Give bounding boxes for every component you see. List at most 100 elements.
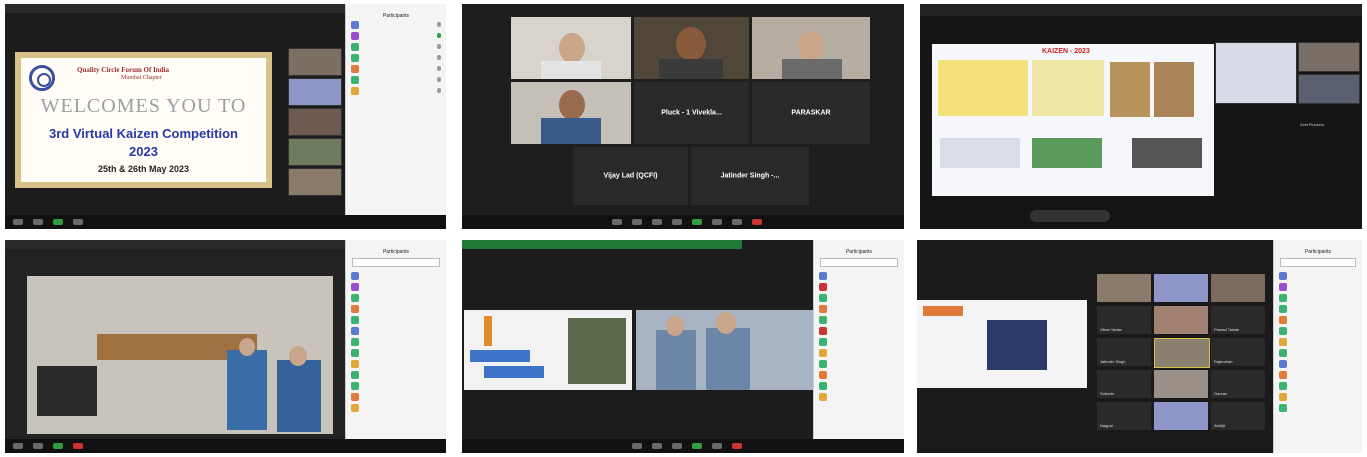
participant-row[interactable] [346,347,446,358]
video-thumbnail[interactable] [288,78,342,106]
participant-row[interactable] [346,63,446,74]
participant-row[interactable] [1274,281,1362,292]
video-tile[interactable] [634,17,749,79]
video-tile[interactable]: Nagpal [1097,402,1151,430]
video-tile[interactable] [752,17,870,79]
video-thumbnail[interactable] [1215,42,1297,104]
participant-row[interactable] [814,314,904,325]
video-tile[interactable]: Vikas Yadav [1097,306,1151,334]
video-tile[interactable] [511,82,631,144]
video-tile[interactable]: Rajendran [1211,338,1265,366]
participant-row[interactable] [346,303,446,314]
participant-row[interactable] [1274,380,1362,391]
video-tile[interactable]: Vijay Lad (QCFI) [573,147,688,205]
video-thumbnail[interactable] [288,108,342,136]
participant-row[interactable] [346,336,446,347]
participant-row[interactable] [346,270,446,281]
share-icon[interactable] [53,219,63,225]
participant-row[interactable] [814,369,904,380]
video-thumbnail[interactable] [288,168,342,196]
share-icon[interactable] [53,443,63,449]
video-thumbnail[interactable] [288,138,342,166]
participant-row[interactable] [814,336,904,347]
participant-row[interactable] [814,270,904,281]
participants-icon[interactable] [672,443,682,449]
video-tile[interactable] [1097,274,1151,302]
participant-row[interactable] [1274,402,1362,413]
video-icon[interactable] [632,219,642,225]
video-icon[interactable] [33,443,43,449]
participant-row[interactable] [346,391,446,402]
reactions-icon[interactable] [732,219,742,225]
participant-row[interactable] [346,281,446,292]
share-icon[interactable] [692,219,702,225]
record-icon[interactable] [712,443,722,449]
participant-row[interactable] [1274,347,1362,358]
search-input[interactable] [352,258,440,267]
search-input[interactable] [1280,258,1356,267]
participant-row[interactable] [814,380,904,391]
participant-row[interactable] [1274,270,1362,281]
video-tile[interactable]: Prasad Tawde [1211,306,1265,334]
video-tile[interactable] [636,310,814,390]
video-tile[interactable] [1154,306,1208,334]
security-icon[interactable] [652,219,662,225]
share-icon[interactable] [692,443,702,449]
video-tile[interactable] [1211,274,1265,302]
video-tile[interactable] [511,17,631,79]
participant-row[interactable] [1274,314,1362,325]
mute-icon[interactable] [632,443,642,449]
video-thumbnail[interactable] [1298,42,1360,72]
video-icon[interactable] [33,219,43,225]
participant-row[interactable] [346,74,446,85]
video-tile[interactable] [1154,402,1208,430]
participant-row[interactable] [346,41,446,52]
participant-row[interactable] [346,292,446,303]
video-thumbnail[interactable] [1298,74,1360,104]
participant-row[interactable] [346,52,446,63]
video-tile[interactable] [1154,274,1208,302]
video-tile[interactable]: Pluck - 1 Vivekla... [634,82,749,144]
participant-row[interactable] [1274,369,1362,380]
participant-row[interactable] [814,358,904,369]
participant-row[interactable] [814,325,904,336]
video-tile[interactable]: Jatinder Singh [1097,338,1151,366]
participant-row[interactable] [346,85,446,96]
participant-row[interactable] [346,325,446,336]
video-thumbnail[interactable] [288,48,342,76]
end-button[interactable] [73,443,83,449]
participants-icon[interactable] [73,219,83,225]
participant-row[interactable] [814,391,904,402]
video-tile[interactable]: Jatinder Singh -... [691,147,809,205]
participant-row[interactable] [346,30,446,41]
video-tile[interactable]: Abhijit [1211,402,1265,430]
video-tile[interactable]: Gaurav [1211,370,1265,398]
video-tile[interactable]: Subodh [1097,370,1151,398]
search-input[interactable] [820,258,898,267]
video-tile[interactable] [1154,338,1210,368]
participant-row[interactable] [346,402,446,413]
video-icon[interactable] [652,443,662,449]
mute-icon[interactable] [612,219,622,225]
participant-row[interactable] [1274,336,1362,347]
participant-row[interactable] [814,292,904,303]
participant-row[interactable] [346,358,446,369]
mute-icon[interactable] [13,219,23,225]
video-tile[interactable]: PARASKAR [752,82,870,144]
participant-row[interactable] [346,314,446,325]
room-video[interactable] [27,276,333,434]
participant-row[interactable] [346,19,446,30]
participants-icon[interactable] [672,219,682,225]
participant-row[interactable] [1274,325,1362,336]
participant-row[interactable] [1274,358,1362,369]
video-tile[interactable] [1154,370,1208,398]
participant-row[interactable] [1274,391,1362,402]
participant-row[interactable] [814,303,904,314]
participant-row[interactable] [346,380,446,391]
record-icon[interactable] [712,219,722,225]
participant-row[interactable] [1274,303,1362,314]
participant-row[interactable] [346,369,446,380]
participant-row[interactable] [814,347,904,358]
participant-row[interactable] [814,281,904,292]
end-button[interactable] [732,443,742,449]
